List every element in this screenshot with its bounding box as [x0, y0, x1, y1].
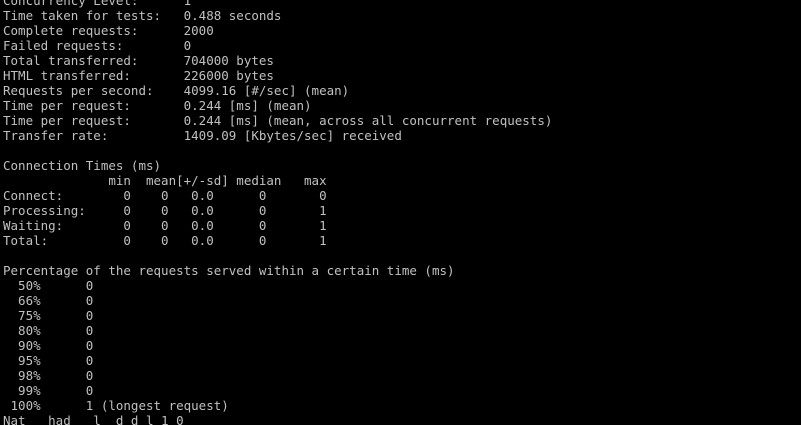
- terminal-line: 66% 0: [3, 293, 94, 308]
- terminal-line: 100% 1 (longest request): [3, 398, 229, 413]
- terminal-line: Time per request: 0.244 [ms] (mean): [3, 98, 312, 113]
- terminal-line: 95% 0: [3, 353, 94, 368]
- terminal-line: 98% 0: [3, 368, 94, 383]
- terminal-line: Total transferred: 704000 bytes: [3, 53, 274, 68]
- terminal-line: 99% 0: [3, 383, 94, 398]
- terminal-line: Percentage of the requests served within…: [3, 263, 455, 278]
- terminal-line: HTML transferred: 226000 bytes: [3, 68, 274, 83]
- terminal-line: Nat had l d d l 1 0: [3, 413, 184, 425]
- terminal-line: Time per request: 0.244 [ms] (mean, acro…: [3, 113, 553, 128]
- terminal-line: Waiting: 0 0 0.0 0 1: [3, 218, 327, 233]
- terminal-line: Complete requests: 2000: [3, 23, 214, 38]
- terminal-line: 80% 0: [3, 323, 94, 338]
- terminal-line: Time taken for tests: 0.488 seconds: [3, 8, 282, 23]
- terminal-line: Connection Times (ms): [3, 158, 162, 173]
- terminal-line: Requests per second: 4099.16 [#/sec] (me…: [3, 83, 350, 98]
- terminal-line: Concurrency Level: 1: [3, 0, 192, 8]
- terminal-line: 90% 0: [3, 338, 94, 353]
- terminal-window[interactable]: Concurrency Level: 1 Time taken for test…: [0, 0, 801, 425]
- terminal-line: 75% 0: [3, 308, 94, 323]
- terminal-line: Failed requests: 0: [3, 38, 192, 53]
- terminal-line: 50% 0: [3, 278, 94, 293]
- terminal-line: Processing: 0 0 0.0 0 1: [3, 203, 327, 218]
- terminal-line: Transfer rate: 1409.09 [Kbytes/sec] rece…: [3, 128, 402, 143]
- terminal-line: min mean[+/-sd] median max: [3, 173, 327, 188]
- terminal-line: Connect: 0 0 0.0 0 0: [3, 188, 327, 203]
- terminal-line: Total: 0 0 0.0 0 1: [3, 233, 327, 248]
